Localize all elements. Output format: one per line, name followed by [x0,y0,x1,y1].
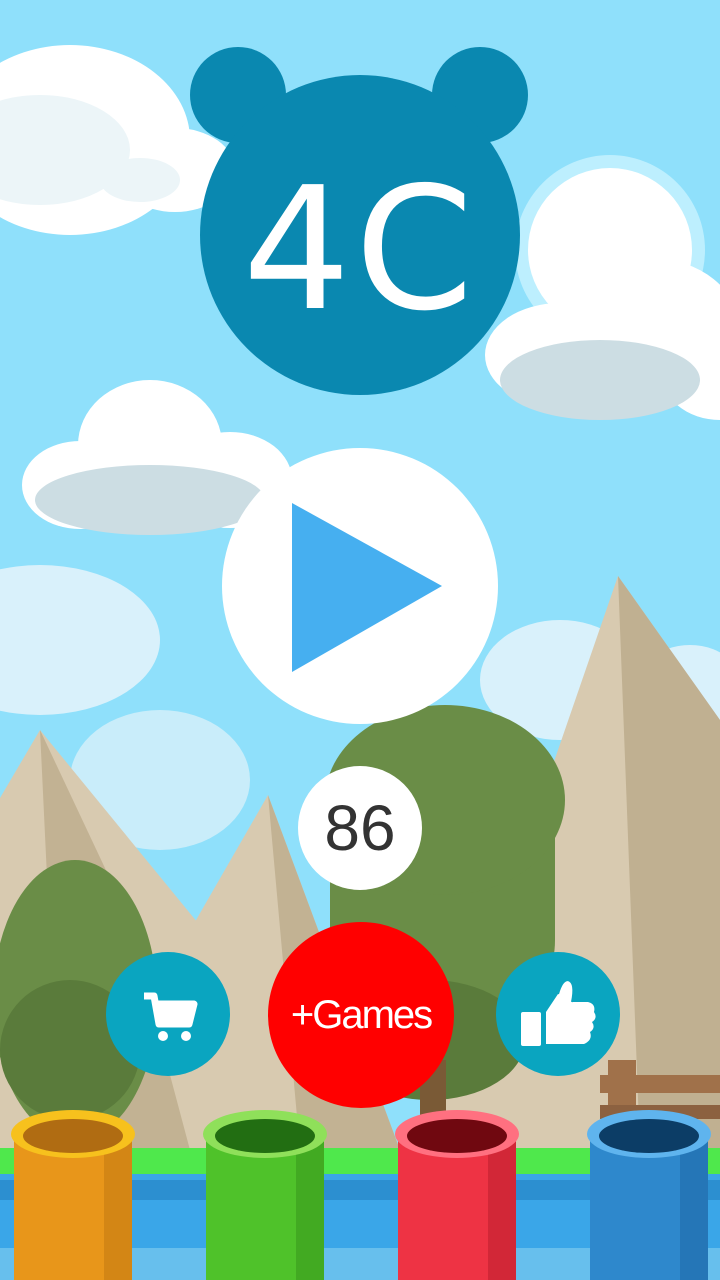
play-icon [292,503,442,672]
more-games-button[interactable]: +Games [268,922,454,1108]
like-button[interactable] [496,952,620,1076]
pipe-orange[interactable] [8,1106,138,1280]
pipe-blue[interactable] [584,1106,714,1280]
play-button[interactable] [222,448,498,724]
best-score-badge: 86 [298,766,422,890]
pipe-red[interactable] [392,1106,522,1280]
thumbs-up-icon [521,978,596,1046]
game-screen: 4C 86 +Games [0,0,720,1280]
game-title: 4C [242,151,478,349]
cart-icon [144,992,198,1041]
shop-button[interactable] [106,952,230,1076]
pipe-green[interactable] [200,1106,330,1280]
